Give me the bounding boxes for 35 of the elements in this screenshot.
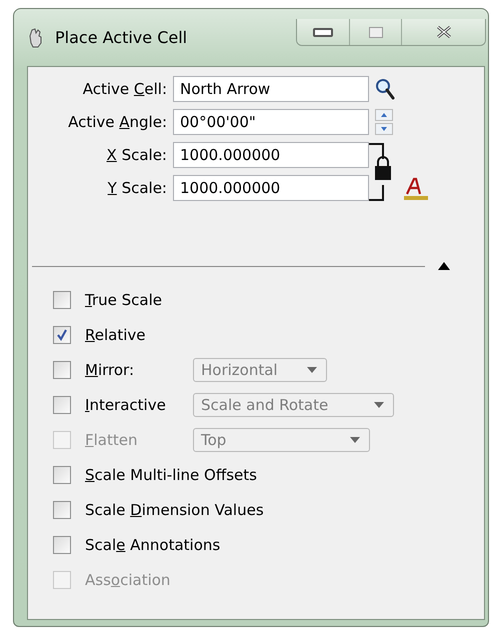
checkbox-label: Mirror: bbox=[85, 360, 135, 378]
input-field[interactable]: 00°00'00" bbox=[173, 109, 369, 135]
checkbox-label: Association bbox=[85, 570, 172, 588]
caret-icon bbox=[374, 402, 384, 408]
checkbox-label: Scale Dimension Values bbox=[85, 500, 264, 518]
minimize-button[interactable] bbox=[297, 19, 349, 45]
caret-icon bbox=[307, 366, 317, 372]
checkbox[interactable] bbox=[53, 360, 71, 378]
collapse-icon[interactable] bbox=[437, 261, 451, 271]
field-label: Y Scale: bbox=[106, 179, 167, 197]
checkbox-label: True Scale bbox=[85, 290, 163, 308]
input-field[interactable]: 1000.000000 bbox=[173, 142, 369, 168]
close-button[interactable] bbox=[401, 19, 485, 45]
input-field[interactable]: 1000.000000 bbox=[173, 175, 369, 201]
input-field[interactable]: North Arrow bbox=[173, 76, 369, 102]
checkbox-label: Scale Annotations bbox=[85, 536, 220, 554]
field-label: X Scale: bbox=[106, 146, 167, 164]
hand-icon bbox=[29, 28, 43, 48]
close-icon bbox=[434, 25, 452, 39]
checkbox[interactable] bbox=[53, 500, 71, 518]
checkbox[interactable] bbox=[53, 396, 71, 414]
checkbox-label: Relative bbox=[85, 326, 146, 344]
checkbox[interactable] bbox=[53, 290, 71, 308]
search-icon[interactable] bbox=[375, 78, 395, 100]
checkbox-label: Interactive bbox=[85, 396, 167, 414]
checkbox[interactable] bbox=[53, 326, 71, 344]
checkbox[interactable] bbox=[53, 466, 71, 484]
window-title: Place Active Cell bbox=[55, 28, 188, 47]
checkbox[interactable] bbox=[53, 536, 71, 554]
field-label: Active Angle: bbox=[67, 113, 167, 131]
field-label: Active Cell: bbox=[82, 80, 167, 98]
text-style-icon[interactable] bbox=[403, 177, 429, 201]
caret-icon bbox=[350, 436, 360, 442]
checkbox-label: Scale Multi-line Offsets bbox=[85, 466, 257, 484]
checkbox-label: Flatten bbox=[85, 430, 138, 448]
